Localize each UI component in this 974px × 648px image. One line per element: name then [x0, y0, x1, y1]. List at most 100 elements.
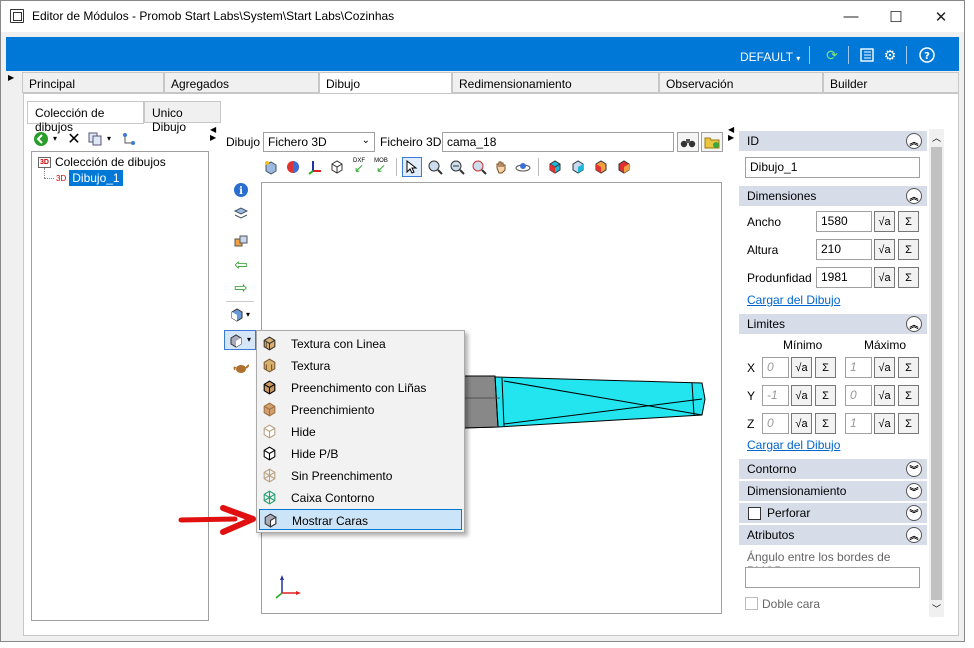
chevron-down-icon[interactable]: ▾: [53, 134, 57, 143]
formula-button[interactable]: √a: [791, 357, 812, 378]
chevron-down-icon[interactable]: ▾: [246, 310, 250, 319]
dibujo-select[interactable]: Fichero 3D ⌄: [263, 132, 375, 152]
components-icon[interactable]: [232, 232, 250, 250]
chevron-down-icon[interactable]: ︾: [906, 461, 922, 477]
id-input[interactable]: Dibujo_1: [745, 157, 920, 178]
tab-builder[interactable]: Builder: [823, 72, 959, 93]
axis-icon[interactable]: [306, 158, 324, 176]
section-id-header[interactable]: ID ︽: [739, 131, 927, 151]
sum-button[interactable]: Σ: [898, 385, 919, 406]
section-perforar-header[interactable]: Perforar ︾: [739, 503, 927, 523]
zoom-window-icon[interactable]: [426, 158, 444, 176]
ficheiro-input[interactable]: cama_18: [442, 132, 674, 152]
altura-input[interactable]: 210: [816, 239, 872, 260]
zoom-in-icon[interactable]: [470, 158, 488, 176]
chevron-up-icon[interactable]: ︽: [906, 188, 922, 204]
add-icon[interactable]: [32, 130, 50, 148]
chevron-down-icon[interactable]: ︾: [906, 483, 922, 499]
section-contorno-header[interactable]: Contorno ︾: [739, 459, 927, 479]
section-dimensiones-header[interactable]: Dimensiones ︽: [739, 186, 927, 206]
tab-dibujo[interactable]: Dibujo: [319, 72, 452, 94]
cargar-del-dibujo-link[interactable]: Cargar del Dibujo: [747, 438, 840, 452]
chevron-up-icon[interactable]: ︽: [906, 133, 922, 149]
menu-item-sin-preenchimento[interactable]: Sin Preenchimento: [259, 465, 462, 486]
scrollbar-thumb[interactable]: [931, 147, 942, 600]
chevron-down-icon[interactable]: ▾: [107, 134, 111, 143]
refresh-icon[interactable]: ⟳: [823, 46, 841, 64]
profile-dropdown[interactable]: DEFAULT ▾: [740, 50, 800, 64]
sum-button[interactable]: Σ: [898, 267, 919, 288]
minimize-button[interactable]: —: [828, 1, 874, 32]
collapse-arrow-icon[interactable]: ◀ ▶: [210, 126, 216, 142]
view-front-icon[interactable]: [569, 158, 587, 176]
y-min-input[interactable]: -1: [762, 385, 789, 406]
copy-icon[interactable]: [86, 130, 104, 148]
formula-button[interactable]: √a: [791, 385, 812, 406]
pan-hand-icon[interactable]: [492, 158, 510, 176]
section-limites-header[interactable]: Limites ︽: [739, 314, 927, 334]
open-folder-button[interactable]: [701, 132, 723, 152]
doble-cara-checkbox[interactable]: [745, 597, 758, 610]
collapse-arrow-icon[interactable]: ◀ ▶: [728, 126, 734, 142]
sum-button[interactable]: Σ: [898, 413, 919, 434]
sum-button[interactable]: Σ: [898, 357, 919, 378]
sum-button[interactable]: Σ: [815, 385, 836, 406]
sum-button[interactable]: Σ: [898, 211, 919, 232]
chevron-up-icon[interactable]: ︽: [906, 316, 922, 332]
formula-button[interactable]: √a: [874, 357, 895, 378]
chevron-down-icon[interactable]: ︾: [906, 505, 922, 521]
delete-icon[interactable]: ✕: [65, 130, 83, 148]
z-min-input[interactable]: 0: [762, 413, 789, 434]
view-side-icon[interactable]: [592, 158, 610, 176]
zoom-out-icon[interactable]: [448, 158, 466, 176]
help-icon[interactable]: ?: [918, 46, 936, 64]
formula-button[interactable]: √a: [874, 413, 895, 434]
gears-icon[interactable]: ⚙: [881, 46, 899, 64]
scroll-down-icon[interactable]: ﹀: [932, 602, 941, 615]
subtab-unico[interactable]: Unico Dibujo: [144, 101, 221, 134]
section-atributos-header[interactable]: Atributos ︽: [739, 525, 927, 545]
scroll-up-icon[interactable]: ︿: [932, 131, 941, 144]
section-dimensionamiento-header[interactable]: Dimensionamiento ︾: [739, 481, 927, 501]
binoculars-button[interactable]: [677, 132, 699, 152]
chevron-up-icon[interactable]: ︽: [906, 527, 922, 543]
formula-button[interactable]: √a: [874, 267, 895, 288]
profundidad-input[interactable]: 1981: [816, 267, 872, 288]
menu-item-textura-linea[interactable]: Textura con Linea: [259, 333, 462, 354]
menu-item-preenchimento-linas[interactable]: Preenchimento con Liñas: [259, 377, 462, 398]
subtab-coleccion[interactable]: Colección de dibujos: [27, 101, 144, 134]
cargar-del-dibujo-link[interactable]: Cargar del Dibujo: [747, 293, 840, 307]
view-iso-icon[interactable]: [546, 158, 564, 176]
list-icon[interactable]: [858, 46, 876, 64]
close-button[interactable]: ✕: [918, 1, 964, 32]
tab-principal[interactable]: Principal: [22, 72, 164, 93]
x-max-input[interactable]: 1: [845, 357, 872, 378]
y-max-input[interactable]: 0: [845, 385, 872, 406]
sum-button[interactable]: Σ: [815, 357, 836, 378]
formula-button[interactable]: √a: [791, 413, 812, 434]
new-3d-icon[interactable]: [262, 158, 280, 176]
arrow-left-icon[interactable]: ⇦: [232, 256, 250, 274]
angulo-input[interactable]: [745, 567, 920, 588]
tree-node-coleccion[interactable]: 3D Colección de dibujos: [38, 154, 166, 170]
hierarchy-icon[interactable]: [120, 130, 138, 148]
teapot-icon[interactable]: [232, 358, 250, 376]
formula-button[interactable]: √a: [874, 239, 895, 260]
tab-observacion[interactable]: Observación: [659, 72, 823, 93]
menu-item-textura[interactable]: Textura: [259, 355, 462, 376]
z-max-input[interactable]: 1: [845, 413, 872, 434]
perforar-checkbox[interactable]: [748, 507, 761, 520]
formula-button[interactable]: √a: [874, 211, 895, 232]
formula-button[interactable]: √a: [874, 385, 895, 406]
view-mode-icon[interactable]: [228, 306, 246, 324]
menu-item-hide-pb[interactable]: Hide P/B: [259, 443, 462, 464]
import-dxf-icon[interactable]: DXF ↙: [350, 156, 368, 174]
properties-scrollbar[interactable]: ︿ ﹀: [929, 129, 944, 617]
maximize-button[interactable]: ☐: [873, 1, 919, 32]
menu-item-caixa-contorno[interactable]: Caixa Contorno: [259, 487, 462, 508]
orbit-icon[interactable]: [514, 158, 532, 176]
import-mob-icon[interactable]: MOB ↙: [372, 156, 390, 174]
tab-agregados[interactable]: Agregados: [164, 72, 319, 93]
ancho-input[interactable]: 1580: [816, 211, 872, 232]
tree-node-dibujo[interactable]: 3D Dibujo_1: [56, 170, 123, 186]
